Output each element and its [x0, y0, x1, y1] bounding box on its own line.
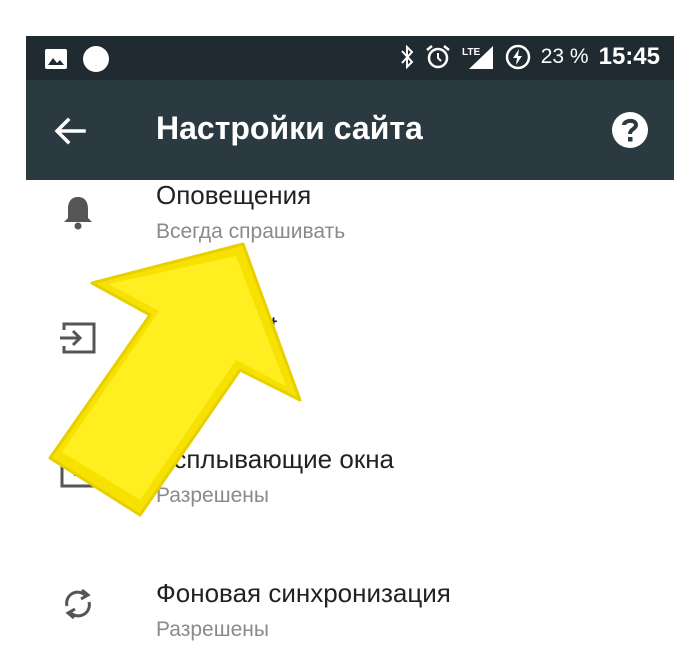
bell-icon — [64, 197, 92, 230]
setting-popups[interactable]: Всплывающие окна Разрешены — [26, 406, 674, 541]
popup-icon — [60, 458, 96, 488]
setting-title: JavaScript — [156, 310, 278, 340]
arrow-back-icon — [54, 117, 86, 145]
sync-icon — [65, 588, 91, 620]
app-toolbar: Настройки сайта — [26, 80, 674, 180]
setting-title: Фоновая синхронизация — [156, 578, 451, 608]
alarm-icon — [425, 45, 450, 69]
setting-notifications[interactable]: Оповещения Всегда спрашивать — [26, 180, 674, 275]
status-bar: LTE 23 % 15:45 — [26, 36, 674, 80]
svg-text:LTE: LTE — [462, 47, 480, 58]
setting-title: Всплывающие окна — [156, 444, 395, 474]
battery-percent: 23 % — [540, 45, 589, 68]
phone-screen: LTE 23 % 15:45 Настройки сайта Оповещени… — [26, 36, 674, 653]
setting-subtitle: Разрешены — [156, 618, 269, 641]
help-icon — [612, 112, 648, 148]
setting-background-sync[interactable]: Фоновая синхронизация Разрешены — [26, 540, 674, 653]
image-icon — [45, 49, 67, 69]
battery-charging-icon — [505, 44, 530, 70]
exit-to-app-icon — [60, 322, 96, 354]
back-button[interactable] — [50, 111, 90, 151]
circle-icon — [83, 46, 109, 72]
setting-subtitle: Разрешены — [156, 350, 269, 373]
help-button[interactable] — [610, 110, 650, 150]
clock-time: 15:45 — [598, 43, 660, 70]
setting-javascript[interactable]: JavaScript Разрешены — [26, 274, 674, 407]
setting-subtitle: Всегда спрашивать — [156, 220, 346, 243]
setting-subtitle: Разрешены — [156, 484, 269, 507]
setting-title: Оповещения — [156, 180, 312, 210]
bluetooth-icon — [400, 44, 414, 70]
lte-signal-icon: LTE — [462, 46, 493, 69]
page-title: Настройки сайта — [156, 110, 423, 146]
